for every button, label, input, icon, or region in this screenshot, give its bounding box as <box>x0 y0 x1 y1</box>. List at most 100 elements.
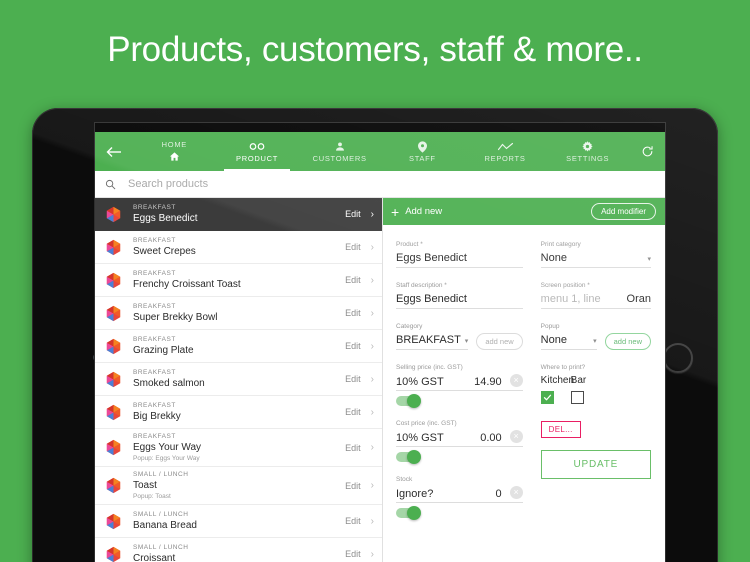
selling-price-tax: 10% GST <box>396 376 444 388</box>
list-item[interactable]: BREAKFAST Grazing Plate Edit › <box>95 330 382 363</box>
print-target-bar-label: Bar <box>570 375 587 386</box>
stock-toggle[interactable] <box>396 506 421 520</box>
product-hex-icon <box>104 271 123 290</box>
nav-label-reports: REPORTS <box>484 154 526 163</box>
select-category[interactable]: BREAKFAST ▾ <box>396 333 469 350</box>
list-item[interactable]: BREAKFAST Big Brekky Edit › <box>95 396 382 429</box>
checkbox-kitchen[interactable] <box>540 391 554 404</box>
list-item[interactable]: BREAKFAST Smoked salmon Edit › <box>95 363 382 396</box>
edit-link[interactable]: Edit <box>345 275 361 285</box>
list-item-category: BREAKFAST <box>133 433 176 440</box>
category-row: BREAKFAST ▾ add new <box>396 333 523 350</box>
search-input[interactable] <box>128 178 665 190</box>
input-product[interactable]: Eggs Benedict <box>396 251 523 268</box>
field-label-where-to-print: Where to print? <box>540 364 586 371</box>
nav-item-product[interactable]: PRODUCT <box>216 132 299 171</box>
add-new-button[interactable]: + Add new <box>391 205 443 219</box>
clear-icon[interactable]: × <box>509 374 523 387</box>
status-bar <box>95 123 665 132</box>
edit-link[interactable]: Edit <box>345 209 361 219</box>
list-item[interactable]: BREAKFAST Eggs Your Way Popup: Eggs Your… <box>95 429 382 467</box>
field-label-screen-position: Screen position * <box>541 281 651 290</box>
update-button[interactable]: UPDATE <box>540 450 651 479</box>
list-item-name: Frenchy Croissant Toast <box>133 279 241 290</box>
nav-item-settings[interactable]: SETTINGS <box>546 132 629 171</box>
clear-icon[interactable]: × <box>509 430 523 443</box>
list-item-category: BREAKFAST <box>133 369 176 376</box>
list-item[interactable]: BREAKFAST Sweet Crepes Edit › <box>95 231 382 264</box>
list-item-category: SMALL / LUNCH <box>133 511 189 518</box>
field-stock: Stock Ignore? 0 × <box>396 475 523 520</box>
select-popup[interactable]: None ▾ <box>540 333 597 350</box>
product-hex-icon <box>104 545 123 562</box>
form-column-right: Print category None ▾ Screen position * <box>540 240 651 531</box>
checkbox-bar[interactable] <box>570 391 584 404</box>
label-text: Screen position <box>540 282 586 289</box>
chevron-down-icon: ▾ <box>593 338 597 345</box>
cost-price-row[interactable]: 10% GST 0.00 × <box>396 430 523 447</box>
list-item[interactable]: BREAKFAST Super Brekky Bowl Edit › <box>95 297 382 330</box>
tablet-device-frame: HOME PRODUCT CUSTOMERS STAFF REPORTS SET… <box>32 108 718 562</box>
input-staff-description-value: Eggs Benedict <box>396 293 467 305</box>
list-item-category: BREAKFAST <box>133 237 176 244</box>
nav-item-reports[interactable]: REPORTS <box>464 132 547 171</box>
clear-icon[interactable]: × <box>509 486 523 499</box>
screen-position-placeholder: menu 1, line <box>540 293 601 305</box>
list-item-popup: Popup: Eggs Your Way <box>133 455 200 462</box>
label-text: Staff description <box>396 282 443 289</box>
edit-link[interactable]: Edit <box>345 549 361 559</box>
refresh-icon[interactable] <box>629 132 665 171</box>
edit-link[interactable]: Edit <box>345 242 361 252</box>
edit-link[interactable]: Edit <box>345 443 361 453</box>
field-cost-price: Cost price (inc. GST) 10% GST 0.00 × <box>396 419 523 464</box>
location-pin-icon <box>417 140 427 153</box>
edit-link[interactable]: Edit <box>345 516 361 526</box>
add-new-category-chip[interactable]: add new <box>476 333 523 350</box>
back-arrow-icon[interactable] <box>95 132 133 171</box>
required-asterisk: * <box>418 241 423 248</box>
edit-link[interactable]: Edit <box>345 481 361 491</box>
field-screen-position: Screen position * menu 1, line Oran <box>540 281 651 309</box>
selling-price-toggle[interactable] <box>396 394 421 408</box>
list-item-text: SMALL / LUNCH Croissant <box>133 543 345 562</box>
nav-item-home[interactable]: HOME <box>133 132 216 171</box>
nav-item-staff[interactable]: STAFF <box>381 132 464 171</box>
list-item-text: BREAKFAST Eggs Your Way Popup: Eggs Your… <box>133 432 345 463</box>
infinity-icon <box>249 140 265 153</box>
list-item-name: Toast <box>133 480 157 491</box>
select-print-category[interactable]: None ▾ <box>540 251 651 268</box>
product-list[interactable]: BREAKFAST Eggs Benedict Edit › BREAKFAST… <box>95 198 383 562</box>
input-staff-description[interactable]: Eggs Benedict <box>396 292 523 309</box>
edit-link[interactable]: Edit <box>345 308 361 318</box>
list-item[interactable]: SMALL / LUNCH Toast Popup: Toast Edit › <box>95 467 382 505</box>
product-hex-icon <box>104 304 123 323</box>
product-hex-icon <box>104 337 123 356</box>
print-target-kitchen-label: Kitchen <box>540 375 575 386</box>
input-screen-position[interactable]: menu 1, line Oran <box>540 292 651 309</box>
list-item[interactable]: SMALL / LUNCH Banana Bread Edit › <box>95 505 382 538</box>
nav-item-customers[interactable]: CUSTOMERS <box>298 132 381 171</box>
chevron-down-icon: ▾ <box>647 256 651 263</box>
chevron-right-icon: › <box>370 340 374 352</box>
add-new-popup-chip[interactable]: add new <box>604 333 651 350</box>
edit-link[interactable]: Edit <box>345 374 361 384</box>
stock-row[interactable]: Ignore? 0 × <box>396 486 523 503</box>
add-modifier-button[interactable]: Add modifier <box>591 203 656 220</box>
select-category-value: BREAKFAST <box>396 334 461 346</box>
list-item-category: BREAKFAST <box>133 336 176 343</box>
field-print-category: Print category None ▾ <box>540 240 651 268</box>
edit-link[interactable]: Edit <box>345 341 361 351</box>
stock-ignore-label: Ignore? <box>396 488 434 500</box>
add-new-label: Add new <box>405 206 443 217</box>
home-button[interactable] <box>663 343 693 373</box>
delete-button[interactable]: DEL... <box>540 421 581 438</box>
edit-link[interactable]: Edit <box>345 407 361 417</box>
product-hex-icon <box>104 370 123 389</box>
list-item[interactable]: BREAKFAST Frenchy Croissant Toast Edit › <box>95 264 382 297</box>
selling-price-row[interactable]: 10% GST 14.90 × <box>396 374 523 391</box>
nav-label-home: HOME <box>161 140 187 149</box>
cost-price-toggle[interactable] <box>396 450 421 464</box>
field-label-staff-description: Staff description * <box>396 281 523 290</box>
list-item[interactable]: SMALL / LUNCH Croissant Edit › <box>95 538 382 562</box>
list-item[interactable]: BREAKFAST Eggs Benedict Edit › <box>95 198 382 231</box>
